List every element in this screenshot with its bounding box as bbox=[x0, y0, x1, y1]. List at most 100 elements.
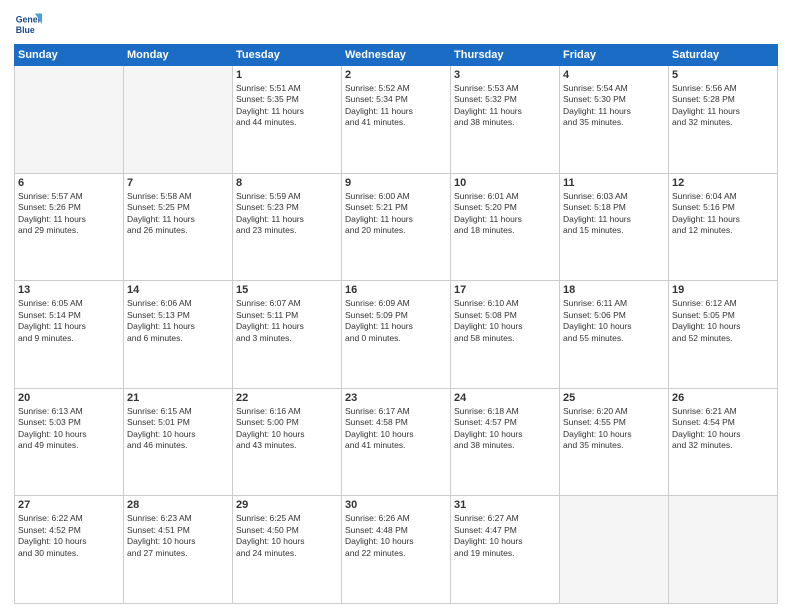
cell-details: Sunrise: 6:12 AM Sunset: 5:05 PM Dayligh… bbox=[672, 298, 774, 344]
table-row: 31 Sunrise: 6:27 AM Sunset: 4:47 PM Dayli… bbox=[451, 496, 560, 604]
col-header-monday: Monday bbox=[124, 45, 233, 66]
cell-details: Sunrise: 6:06 AM Sunset: 5:13 PM Dayligh… bbox=[127, 298, 229, 344]
day-number: 1 bbox=[236, 69, 338, 81]
logo-icon: General Blue bbox=[14, 10, 42, 38]
table-row: 10 Sunrise: 6:01 AM Sunset: 5:20 PM Dayli… bbox=[451, 173, 560, 281]
calendar-table: SundayMondayTuesdayWednesdayThursdayFrid… bbox=[14, 44, 778, 604]
day-number: 8 bbox=[236, 177, 338, 189]
cell-details: Sunrise: 6:26 AM Sunset: 4:48 PM Dayligh… bbox=[345, 513, 447, 559]
day-number: 7 bbox=[127, 177, 229, 189]
cell-details: Sunrise: 6:01 AM Sunset: 5:20 PM Dayligh… bbox=[454, 191, 556, 237]
table-row: 20Sunrise: 6:13 AM Sunset: 5:03 PM Dayli… bbox=[15, 388, 124, 496]
col-header-wednesday: Wednesday bbox=[342, 45, 451, 66]
day-number: 29 bbox=[236, 499, 338, 511]
day-number: 9 bbox=[345, 177, 447, 189]
table-row: 9 Sunrise: 6:00 AM Sunset: 5:21 PM Daylig… bbox=[342, 173, 451, 281]
table-row: 4 Sunrise: 5:54 AM Sunset: 5:30 PM Daylig… bbox=[560, 66, 669, 174]
day-number: 24 bbox=[454, 392, 556, 404]
day-number: 5 bbox=[672, 69, 774, 81]
cell-details: Sunrise: 6:22 AM Sunset: 4:52 PM Dayligh… bbox=[18, 513, 120, 559]
cell-details: Sunrise: 6:11 AM Sunset: 5:06 PM Dayligh… bbox=[563, 298, 665, 344]
cell-details: Sunrise: 5:56 AM Sunset: 5:28 PM Dayligh… bbox=[672, 83, 774, 129]
cell-details: Sunrise: 6:03 AM Sunset: 5:18 PM Dayligh… bbox=[563, 191, 665, 237]
table-row: 29 Sunrise: 6:25 AM Sunset: 4:50 PM Dayli… bbox=[233, 496, 342, 604]
table-row: 18 Sunrise: 6:11 AM Sunset: 5:06 PM Dayli… bbox=[560, 281, 669, 389]
day-number: 17 bbox=[454, 284, 556, 296]
day-number: 19 bbox=[672, 284, 774, 296]
col-header-thursday: Thursday bbox=[451, 45, 560, 66]
day-number: 16 bbox=[345, 284, 447, 296]
day-number: 11 bbox=[563, 177, 665, 189]
day-number: 22 bbox=[236, 392, 338, 404]
table-row bbox=[124, 66, 233, 174]
table-row: 21 Sunrise: 6:15 AM Sunset: 5:01 PM Dayli… bbox=[124, 388, 233, 496]
table-row: 24 Sunrise: 6:18 AM Sunset: 4:57 PM Dayli… bbox=[451, 388, 560, 496]
day-number: 31 bbox=[454, 499, 556, 511]
day-number: 28 bbox=[127, 499, 229, 511]
cell-details: Sunrise: 6:23 AM Sunset: 4:51 PM Dayligh… bbox=[127, 513, 229, 559]
cell-details: Sunrise: 5:58 AM Sunset: 5:25 PM Dayligh… bbox=[127, 191, 229, 237]
table-row: 14 Sunrise: 6:06 AM Sunset: 5:13 PM Dayli… bbox=[124, 281, 233, 389]
table-row: 12 Sunrise: 6:04 AM Sunset: 5:16 PM Dayli… bbox=[669, 173, 778, 281]
table-row: 5 Sunrise: 5:56 AM Sunset: 5:28 PM Daylig… bbox=[669, 66, 778, 174]
table-row: 1 Sunrise: 5:51 AM Sunset: 5:35 PM Daylig… bbox=[233, 66, 342, 174]
col-header-friday: Friday bbox=[560, 45, 669, 66]
table-row: 2Sunrise: 5:52 AM Sunset: 5:34 PM Daylig… bbox=[342, 66, 451, 174]
day-number: 12 bbox=[672, 177, 774, 189]
table-row: 22Sunrise: 6:16 AM Sunset: 5:00 PM Dayli… bbox=[233, 388, 342, 496]
day-number: 6 bbox=[18, 177, 120, 189]
day-number: 15 bbox=[236, 284, 338, 296]
cell-details: Sunrise: 6:05 AM Sunset: 5:14 PM Dayligh… bbox=[18, 298, 120, 344]
cell-details: Sunrise: 6:09 AM Sunset: 5:09 PM Dayligh… bbox=[345, 298, 447, 344]
day-number: 18 bbox=[563, 284, 665, 296]
table-row: 8Sunrise: 5:59 AM Sunset: 5:23 PM Daylig… bbox=[233, 173, 342, 281]
table-row: 6 Sunrise: 5:57 AM Sunset: 5:26 PM Daylig… bbox=[15, 173, 124, 281]
table-row: 19 Sunrise: 6:12 AM Sunset: 5:05 PM Dayli… bbox=[669, 281, 778, 389]
cell-details: Sunrise: 6:21 AM Sunset: 4:54 PM Dayligh… bbox=[672, 406, 774, 452]
cell-details: Sunrise: 6:18 AM Sunset: 4:57 PM Dayligh… bbox=[454, 406, 556, 452]
col-header-sunday: Sunday bbox=[15, 45, 124, 66]
day-number: 30 bbox=[345, 499, 447, 511]
cell-details: Sunrise: 6:04 AM Sunset: 5:16 PM Dayligh… bbox=[672, 191, 774, 237]
page: General Blue SundayMondayTuesdayWednesda… bbox=[0, 0, 792, 612]
table-row: 27 Sunrise: 6:22 AM Sunset: 4:52 PM Dayli… bbox=[15, 496, 124, 604]
cell-details: Sunrise: 5:51 AM Sunset: 5:35 PM Dayligh… bbox=[236, 83, 338, 129]
cell-details: Sunrise: 5:52 AM Sunset: 5:34 PM Dayligh… bbox=[345, 83, 447, 129]
col-header-saturday: Saturday bbox=[669, 45, 778, 66]
table-row: 11 Sunrise: 6:03 AM Sunset: 5:18 PM Dayli… bbox=[560, 173, 669, 281]
day-number: 27 bbox=[18, 499, 120, 511]
logo: General Blue bbox=[14, 10, 46, 38]
cell-details: Sunrise: 6:25 AM Sunset: 4:50 PM Dayligh… bbox=[236, 513, 338, 559]
table-row: 23 Sunrise: 6:17 AM Sunset: 4:58 PM Dayli… bbox=[342, 388, 451, 496]
table-row: 26 Sunrise: 6:21 AM Sunset: 4:54 PM Dayli… bbox=[669, 388, 778, 496]
table-row: 7 Sunrise: 5:58 AM Sunset: 5:25 PM Daylig… bbox=[124, 173, 233, 281]
cell-details: Sunrise: 6:00 AM Sunset: 5:21 PM Dayligh… bbox=[345, 191, 447, 237]
table-row: 17 Sunrise: 6:10 AM Sunset: 5:08 PM Dayli… bbox=[451, 281, 560, 389]
cell-details: Sunrise: 5:57 AM Sunset: 5:26 PM Dayligh… bbox=[18, 191, 120, 237]
day-number: 21 bbox=[127, 392, 229, 404]
day-number: 26 bbox=[672, 392, 774, 404]
table-row: 16 Sunrise: 6:09 AM Sunset: 5:09 PM Dayli… bbox=[342, 281, 451, 389]
cell-details: Sunrise: 5:53 AM Sunset: 5:32 PM Dayligh… bbox=[454, 83, 556, 129]
cell-details: Sunrise: 6:20 AM Sunset: 4:55 PM Dayligh… bbox=[563, 406, 665, 452]
table-row: 15 Sunrise: 6:07 AM Sunset: 5:11 PM Dayli… bbox=[233, 281, 342, 389]
svg-text:Blue: Blue bbox=[16, 25, 35, 35]
table-row: 3 Sunrise: 5:53 AM Sunset: 5:32 PM Daylig… bbox=[451, 66, 560, 174]
table-row bbox=[669, 496, 778, 604]
table-row bbox=[15, 66, 124, 174]
cell-details: Sunrise: 6:17 AM Sunset: 4:58 PM Dayligh… bbox=[345, 406, 447, 452]
col-header-tuesday: Tuesday bbox=[233, 45, 342, 66]
cell-details: Sunrise: 6:27 AM Sunset: 4:47 PM Dayligh… bbox=[454, 513, 556, 559]
cell-details: Sunrise: 6:07 AM Sunset: 5:11 PM Dayligh… bbox=[236, 298, 338, 344]
day-number: 23 bbox=[345, 392, 447, 404]
cell-details: Sunrise: 5:54 AM Sunset: 5:30 PM Dayligh… bbox=[563, 83, 665, 129]
table-row: 30 Sunrise: 6:26 AM Sunset: 4:48 PM Dayli… bbox=[342, 496, 451, 604]
cell-details: Sunrise: 6:15 AM Sunset: 5:01 PM Dayligh… bbox=[127, 406, 229, 452]
table-row: 28 Sunrise: 6:23 AM Sunset: 4:51 PM Dayli… bbox=[124, 496, 233, 604]
day-number: 10 bbox=[454, 177, 556, 189]
day-number: 14 bbox=[127, 284, 229, 296]
day-number: 3 bbox=[454, 69, 556, 81]
day-number: 4 bbox=[563, 69, 665, 81]
cell-details: Sunrise: 6:10 AM Sunset: 5:08 PM Dayligh… bbox=[454, 298, 556, 344]
table-row: 13Sunrise: 6:05 AM Sunset: 5:14 PM Dayli… bbox=[15, 281, 124, 389]
